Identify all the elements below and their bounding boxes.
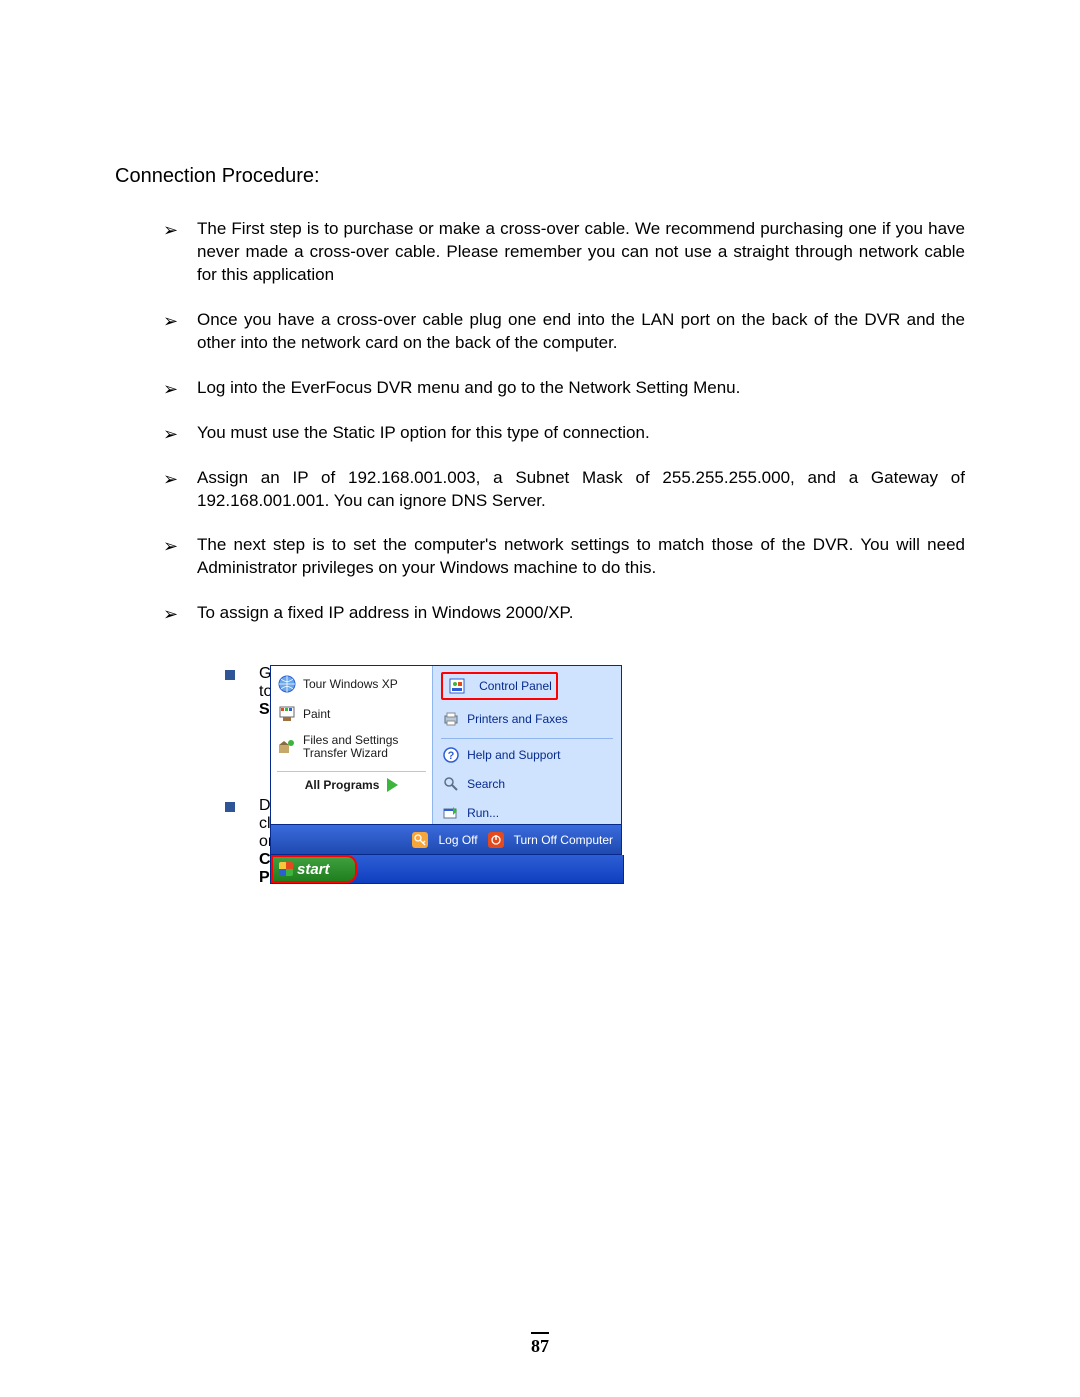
menu-item-search[interactable]: Search bbox=[441, 774, 613, 794]
list-item: Assign an IP of 192.168.001.003, a Subne… bbox=[163, 467, 965, 513]
menu-label: Search bbox=[467, 777, 505, 791]
start-menu-left: Tour Windows XP Paint Files and Settings… bbox=[271, 666, 432, 824]
menu-label: Files and Settings Transfer Wizard bbox=[303, 734, 426, 760]
run-icon bbox=[441, 803, 461, 823]
menu-label: Help and Support bbox=[467, 748, 560, 762]
procedure-list: The First step is to purchase or make a … bbox=[115, 218, 965, 625]
paint-icon bbox=[277, 704, 297, 724]
start-label: start bbox=[297, 861, 330, 878]
key-icon bbox=[412, 832, 428, 848]
start-menu-right: Control Panel Printers and Faxes ? bbox=[432, 666, 621, 824]
logoff-bar: Log Off Turn Off Computer bbox=[270, 825, 622, 855]
menu-label: Control Panel bbox=[479, 679, 552, 693]
list-item: The First step is to purchase or make a … bbox=[163, 218, 965, 287]
power-icon bbox=[488, 832, 504, 848]
separator bbox=[277, 771, 426, 772]
all-programs-label: All Programs bbox=[305, 778, 380, 792]
list-item: Log into the EverFocus DVR menu and go t… bbox=[163, 377, 965, 400]
menu-label: Run... bbox=[467, 806, 499, 820]
wizard-icon bbox=[277, 737, 297, 757]
highlighted-control-panel: Control Panel bbox=[441, 672, 558, 700]
arrow-right-icon bbox=[387, 778, 398, 792]
square-bullet-icon bbox=[225, 670, 235, 680]
menu-item-paint[interactable]: Paint bbox=[277, 704, 426, 724]
menu-item-printers[interactable]: Printers and Faxes bbox=[441, 709, 613, 729]
section-heading: Connection Procedure: bbox=[115, 165, 965, 188]
start-button[interactable]: start bbox=[271, 855, 357, 883]
globe-icon bbox=[277, 674, 297, 694]
menu-label: Paint bbox=[303, 707, 330, 721]
menu-item-run[interactable]: Run... bbox=[441, 803, 613, 823]
windows-flag-icon bbox=[279, 862, 293, 876]
taskbar: start bbox=[270, 855, 624, 884]
svg-text:?: ? bbox=[448, 750, 455, 762]
list-item: To assign a fixed IP address in Windows … bbox=[163, 602, 965, 625]
logoff-label[interactable]: Log Off bbox=[438, 833, 477, 847]
list-item: You must use the Static IP option for th… bbox=[163, 422, 965, 445]
page-number: 87 bbox=[0, 1332, 1080, 1357]
menu-item-control-panel[interactable]: Control Panel bbox=[441, 672, 613, 700]
menu-label: Printers and Faxes bbox=[467, 712, 568, 726]
menu-item-tour[interactable]: Tour Windows XP bbox=[277, 674, 426, 694]
sub-instruction: Go to Start bbox=[225, 665, 264, 719]
sub-instruction: Double-click on Control Panel bbox=[225, 797, 264, 887]
separator bbox=[441, 738, 613, 739]
menu-item-fst[interactable]: Files and Settings Transfer Wizard bbox=[277, 734, 426, 760]
menu-item-help[interactable]: ? Help and Support bbox=[441, 745, 613, 765]
menu-label: Tour Windows XP bbox=[303, 677, 398, 691]
help-icon: ? bbox=[441, 745, 461, 765]
all-programs[interactable]: All Programs bbox=[277, 778, 426, 792]
control-panel-icon bbox=[447, 676, 467, 696]
start-menu-screenshot: Tour Windows XP Paint Files and Settings… bbox=[270, 665, 630, 965]
printer-icon bbox=[441, 709, 461, 729]
square-bullet-icon bbox=[225, 802, 235, 812]
list-item: The next step is to set the computer's n… bbox=[163, 534, 965, 580]
list-item: Once you have a cross-over cable plug on… bbox=[163, 309, 965, 355]
turnoff-label[interactable]: Turn Off Computer bbox=[514, 833, 613, 847]
page-number-value: 87 bbox=[531, 1336, 549, 1356]
search-icon bbox=[441, 774, 461, 794]
